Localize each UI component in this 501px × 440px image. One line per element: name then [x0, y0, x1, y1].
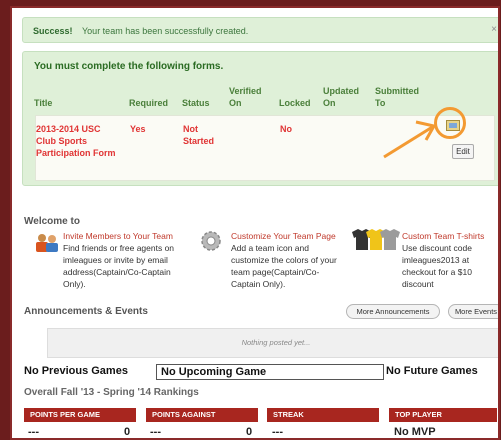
- feature-tshirts-title[interactable]: Custom Team T-shirts: [402, 230, 498, 242]
- rank-top-player: No MVP: [394, 426, 436, 438]
- rank-header-ppg: POINTS PER GAME: [24, 408, 136, 422]
- feature-invite: Invite Members to Your Team Find friends…: [63, 230, 193, 290]
- feature-tshirts-desc: Use discount code imleagues2013 at check…: [402, 243, 472, 289]
- welcome-title: Welcome to: [24, 216, 80, 227]
- form-document-icon[interactable]: [446, 120, 460, 131]
- edit-button[interactable]: Edit: [452, 144, 474, 159]
- feature-customize-title[interactable]: Customize Your Team Page: [231, 230, 343, 242]
- announcements-title: Announcements & Events: [24, 306, 148, 317]
- page-frame: Success! Your team has been successfully…: [10, 6, 500, 440]
- feature-invite-desc: Find friends or free agents on imleagues…: [63, 243, 175, 289]
- rank-against-dash: ---: [150, 426, 161, 438]
- feature-customize-desc: Add a team icon and customize the colors…: [231, 243, 337, 289]
- rank-streak-dash: ---: [272, 426, 283, 438]
- feature-customize: Customize Your Team Page Add a team icon…: [231, 230, 343, 290]
- future-games: No Future Games: [386, 365, 478, 377]
- tshirt-icon: [352, 229, 400, 250]
- members-icon: [36, 234, 58, 252]
- rank-header-against: POINTS AGAINST: [146, 408, 258, 422]
- feature-tshirts: Custom Team T-shirts Use discount code i…: [402, 230, 498, 290]
- previous-games: No Previous Games: [24, 365, 128, 377]
- upcoming-game: No Upcoming Game: [156, 364, 384, 380]
- rank-ppg-dash: ---: [28, 426, 39, 438]
- gear-icon: [201, 231, 221, 251]
- more-events-button[interactable]: More Events: [448, 304, 498, 319]
- feature-invite-title[interactable]: Invite Members to Your Team: [63, 230, 193, 242]
- rankings-title: Overall Fall '13 - Spring '14 Rankings: [24, 387, 199, 398]
- rank-header-top-player: TOP PLAYER: [389, 408, 497, 422]
- rank-header-streak: STREAK: [267, 408, 379, 422]
- more-announcements-button[interactable]: More Announcements: [346, 304, 440, 319]
- announcements-empty: Nothing posted yet...: [47, 328, 498, 358]
- rank-against-value: 0: [246, 426, 253, 438]
- rank-ppg-value: 0: [124, 426, 131, 438]
